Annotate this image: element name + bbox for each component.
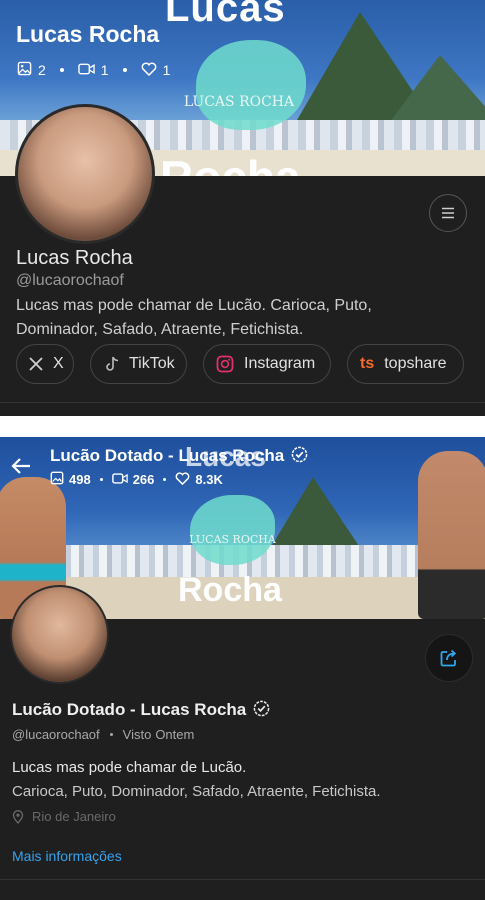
share-button[interactable] (425, 634, 473, 682)
video-count: 266 (132, 472, 155, 487)
menu-button[interactable] (429, 194, 467, 232)
back-button[interactable] (10, 455, 34, 479)
verified-icon (253, 700, 270, 717)
banner-text-bottom: Rocha (178, 571, 282, 609)
verified-icon (291, 446, 308, 463)
heart-icon (175, 471, 190, 488)
social-link-label: topshare (384, 355, 447, 372)
separator-dot (109, 733, 113, 736)
separator-dot (163, 478, 167, 481)
stats-row: 498 266 8.3K (50, 471, 223, 488)
more-info-link[interactable]: Mais informações (12, 848, 122, 864)
profile-panel-1: Lucas Rocha LUCAS ROCHA Lucas Rocha 2 1 … (0, 0, 485, 416)
video-icon (78, 62, 95, 79)
social-link-tiktok[interactable]: TikTok (90, 344, 187, 384)
banner-logo (190, 495, 275, 565)
banner-title: Lucas Rocha (16, 21, 160, 47)
divider (0, 879, 485, 880)
profile-name-text: Lucão Dotado - Lucas Rocha (12, 700, 247, 719)
arrow-left-icon (11, 458, 30, 474)
image-icon (17, 61, 32, 79)
profile-name: Lucas Rocha (16, 247, 133, 269)
instagram-icon (216, 355, 234, 373)
last-seen-label: Visto (122, 727, 152, 742)
social-link-label: X (53, 355, 64, 372)
image-count: 498 (69, 472, 91, 487)
tiktok-icon (106, 356, 119, 371)
avatar[interactable] (10, 585, 109, 684)
avatar[interactable] (15, 104, 155, 244)
banner-figure (418, 451, 485, 619)
profile-location: Rio de Janeiro (12, 809, 116, 824)
location-pin-icon (12, 809, 24, 824)
social-link-label: TikTok (129, 355, 175, 372)
location-text: Rio de Janeiro (32, 809, 116, 824)
topshare-icon: ts (360, 355, 375, 372)
x-icon (29, 357, 43, 371)
banner-logo-text: LUCAS ROCHA (189, 533, 276, 546)
profile-panel-2: Lucas Rocha LUCAS ROCHA Lucão Dotado - L… (0, 437, 485, 900)
banner-text-top: Lucas (165, 0, 286, 30)
banner-logo-text: LUCAS ROCHA (183, 94, 295, 110)
banner-text-bottom: Rocha (160, 150, 301, 176)
separator-dot (122, 68, 127, 72)
menu-icon (442, 207, 454, 219)
profile-handle: @lucaorochaof (12, 727, 100, 742)
like-count: 8.3K (195, 472, 223, 487)
video-icon (111, 472, 128, 488)
divider (0, 402, 485, 403)
banner-title: Lucão Dotado - Lucas Rocha (50, 446, 308, 466)
separator-dot (99, 478, 103, 481)
last-seen-time: Ontem (155, 727, 195, 742)
profile-meta: @lucaorochaof Visto Ontem (12, 727, 194, 742)
social-link-x[interactable]: X (16, 344, 74, 384)
profile-bio-line-1: Lucas mas pode chamar de Lucão. (12, 759, 247, 776)
video-count: 1 (100, 62, 109, 78)
stats-row: 2 1 1 (17, 61, 170, 79)
profile-bio: Lucas mas pode chamar de Lucão. Carioca,… (16, 297, 372, 338)
banner-logo (196, 40, 306, 130)
social-link-instagram[interactable]: Instagram (203, 344, 331, 384)
heart-icon (141, 62, 157, 79)
social-link-label: Instagram (244, 355, 316, 372)
profile-handle: @lucaorochaof (16, 272, 124, 289)
social-link-topshare[interactable]: ts topshare (347, 344, 464, 384)
profile-name: Lucão Dotado - Lucas Rocha (12, 700, 270, 720)
profile-bio-line-2: Carioca, Puto, Dominador, Safado, Atraen… (12, 783, 381, 800)
banner-title-text: Lucão Dotado - Lucas Rocha (50, 446, 285, 465)
share-icon (440, 649, 457, 667)
like-count: 1 (162, 62, 171, 78)
image-count: 2 (38, 62, 46, 78)
image-icon (50, 471, 64, 488)
separator-dot (59, 68, 64, 72)
